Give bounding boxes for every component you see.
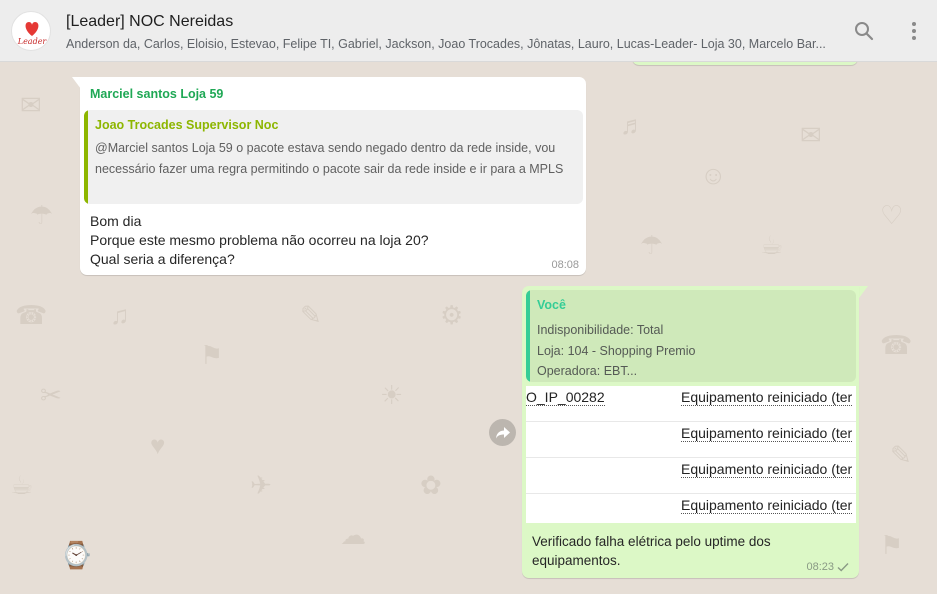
doodle-icon: ☂ [30, 200, 54, 230]
image-attachment[interactable]: O_IP_00282 Equipamento reiniciado (ter E… [526, 386, 856, 523]
quote-author: Você [537, 298, 566, 312]
quote-text: @Marciel santos Loja 59 o pacote estava … [95, 141, 564, 176]
svg-text:Leader: Leader [17, 37, 48, 46]
leader-logo-icon: Leader [17, 22, 48, 46]
doodle-icon: ✿ [420, 470, 442, 500]
kebab-menu-icon [912, 22, 916, 40]
forward-button[interactable] [489, 419, 516, 446]
message-line: Porque este mesmo problema não ocorreu n… [90, 232, 429, 248]
doodle-icon: ☁ [340, 520, 366, 550]
outgoing-message[interactable]: Você Indisponibilidade: Total Loja: 104 … [522, 286, 859, 578]
doodle-icon: ⚑ [200, 340, 224, 370]
quote-text: Indisponibilidade: Total Loja: 104 - Sho… [537, 320, 852, 382]
message-text: Bom dia Porque este mesmo problema não o… [90, 212, 570, 269]
message-time: 08:08 [551, 259, 579, 271]
menu-button[interactable] [902, 19, 926, 43]
doodle-icon: ☎ [15, 300, 48, 330]
chat-header[interactable]: Leader [Leader] NOC Nereidas Anderson da… [0, 0, 937, 62]
forward-icon [495, 426, 510, 438]
image-table-row: Equipamento reiniciado (ter [526, 458, 856, 494]
doodle-icon: ⚙ [440, 300, 464, 330]
doodle-icon: ✎ [890, 440, 912, 470]
message-line: Qual seria a diferença? [90, 251, 235, 267]
doodle-icon: ♫ [110, 300, 130, 330]
group-title[interactable]: [Leader] NOC Nereidas [66, 13, 233, 31]
message-time: 08:23 [806, 561, 834, 573]
search-button[interactable] [852, 19, 876, 43]
doodle-icon: ✂ [40, 380, 62, 410]
doodle-icon: ✉ [800, 120, 822, 150]
group-avatar[interactable]: Leader [11, 11, 51, 51]
sender-name[interactable]: Marciel santos Loja 59 [90, 87, 223, 101]
doodle-icon: ✉ [20, 90, 42, 120]
quote-line: Loja: 104 - Shopping Premio [537, 343, 696, 358]
group-members[interactable]: Anderson da, Carlos, Eloisio, Estevao, F… [66, 37, 826, 51]
image-cell-status: Equipamento reiniciado (ter [681, 425, 853, 442]
doodle-icon: ✈ [250, 470, 272, 500]
quote-line: Operadora: EBT... [537, 364, 638, 378]
single-check-icon [837, 563, 849, 572]
quote-bar [84, 110, 88, 204]
quote-bar [526, 290, 530, 382]
incoming-message[interactable]: Marciel santos Loja 59 Joao Trocades Sup… [80, 77, 586, 275]
message-text: Verificado falha elétrica pelo uptime do… [532, 534, 771, 568]
doodle-icon: ♡ [880, 200, 904, 230]
message-meta: 08:23 [806, 561, 849, 573]
doodle-icon: ☎ [880, 330, 913, 360]
doodle-icon: ⌚ [60, 540, 93, 570]
quote-author: Joao Trocades Supervisor Noc [95, 118, 279, 132]
image-cell-status: Equipamento reiniciado (ter [681, 389, 853, 406]
doodle-icon: ♥ [150, 430, 166, 460]
doodle-icon: ⚑ [880, 530, 904, 560]
quoted-message[interactable]: Joao Trocades Supervisor Noc @Marciel sa… [84, 110, 583, 204]
message-line: Bom dia [90, 213, 142, 229]
quoted-message[interactable]: Você Indisponibilidade: Total Loja: 104 … [526, 290, 856, 382]
doodle-icon: ☺ [700, 160, 727, 190]
doodle-icon: ☂ [640, 230, 664, 260]
doodle-icon: ☕ [10, 470, 34, 500]
image-table-row: Equipamento reiniciado (ter [526, 422, 856, 458]
quote-line: Indisponibilidade: Total [537, 323, 664, 337]
doodle-icon: ✎ [300, 300, 322, 330]
image-table-row: O_IP_00282 Equipamento reiniciado (ter [526, 386, 856, 422]
image-cell-id: O_IP_00282 [526, 389, 605, 406]
doodle-icon: ☕ [760, 230, 784, 260]
search-icon [855, 22, 874, 41]
bubble-tail [859, 286, 868, 298]
doodle-icon: ♬ [620, 110, 646, 140]
image-cell-status: Equipamento reiniciado (ter [681, 497, 853, 514]
doodle-icon: ☀ [380, 380, 404, 410]
image-cell-status: Equipamento reiniciado (ter [681, 461, 853, 478]
image-table-row: Equipamento reiniciado (ter [526, 494, 856, 523]
